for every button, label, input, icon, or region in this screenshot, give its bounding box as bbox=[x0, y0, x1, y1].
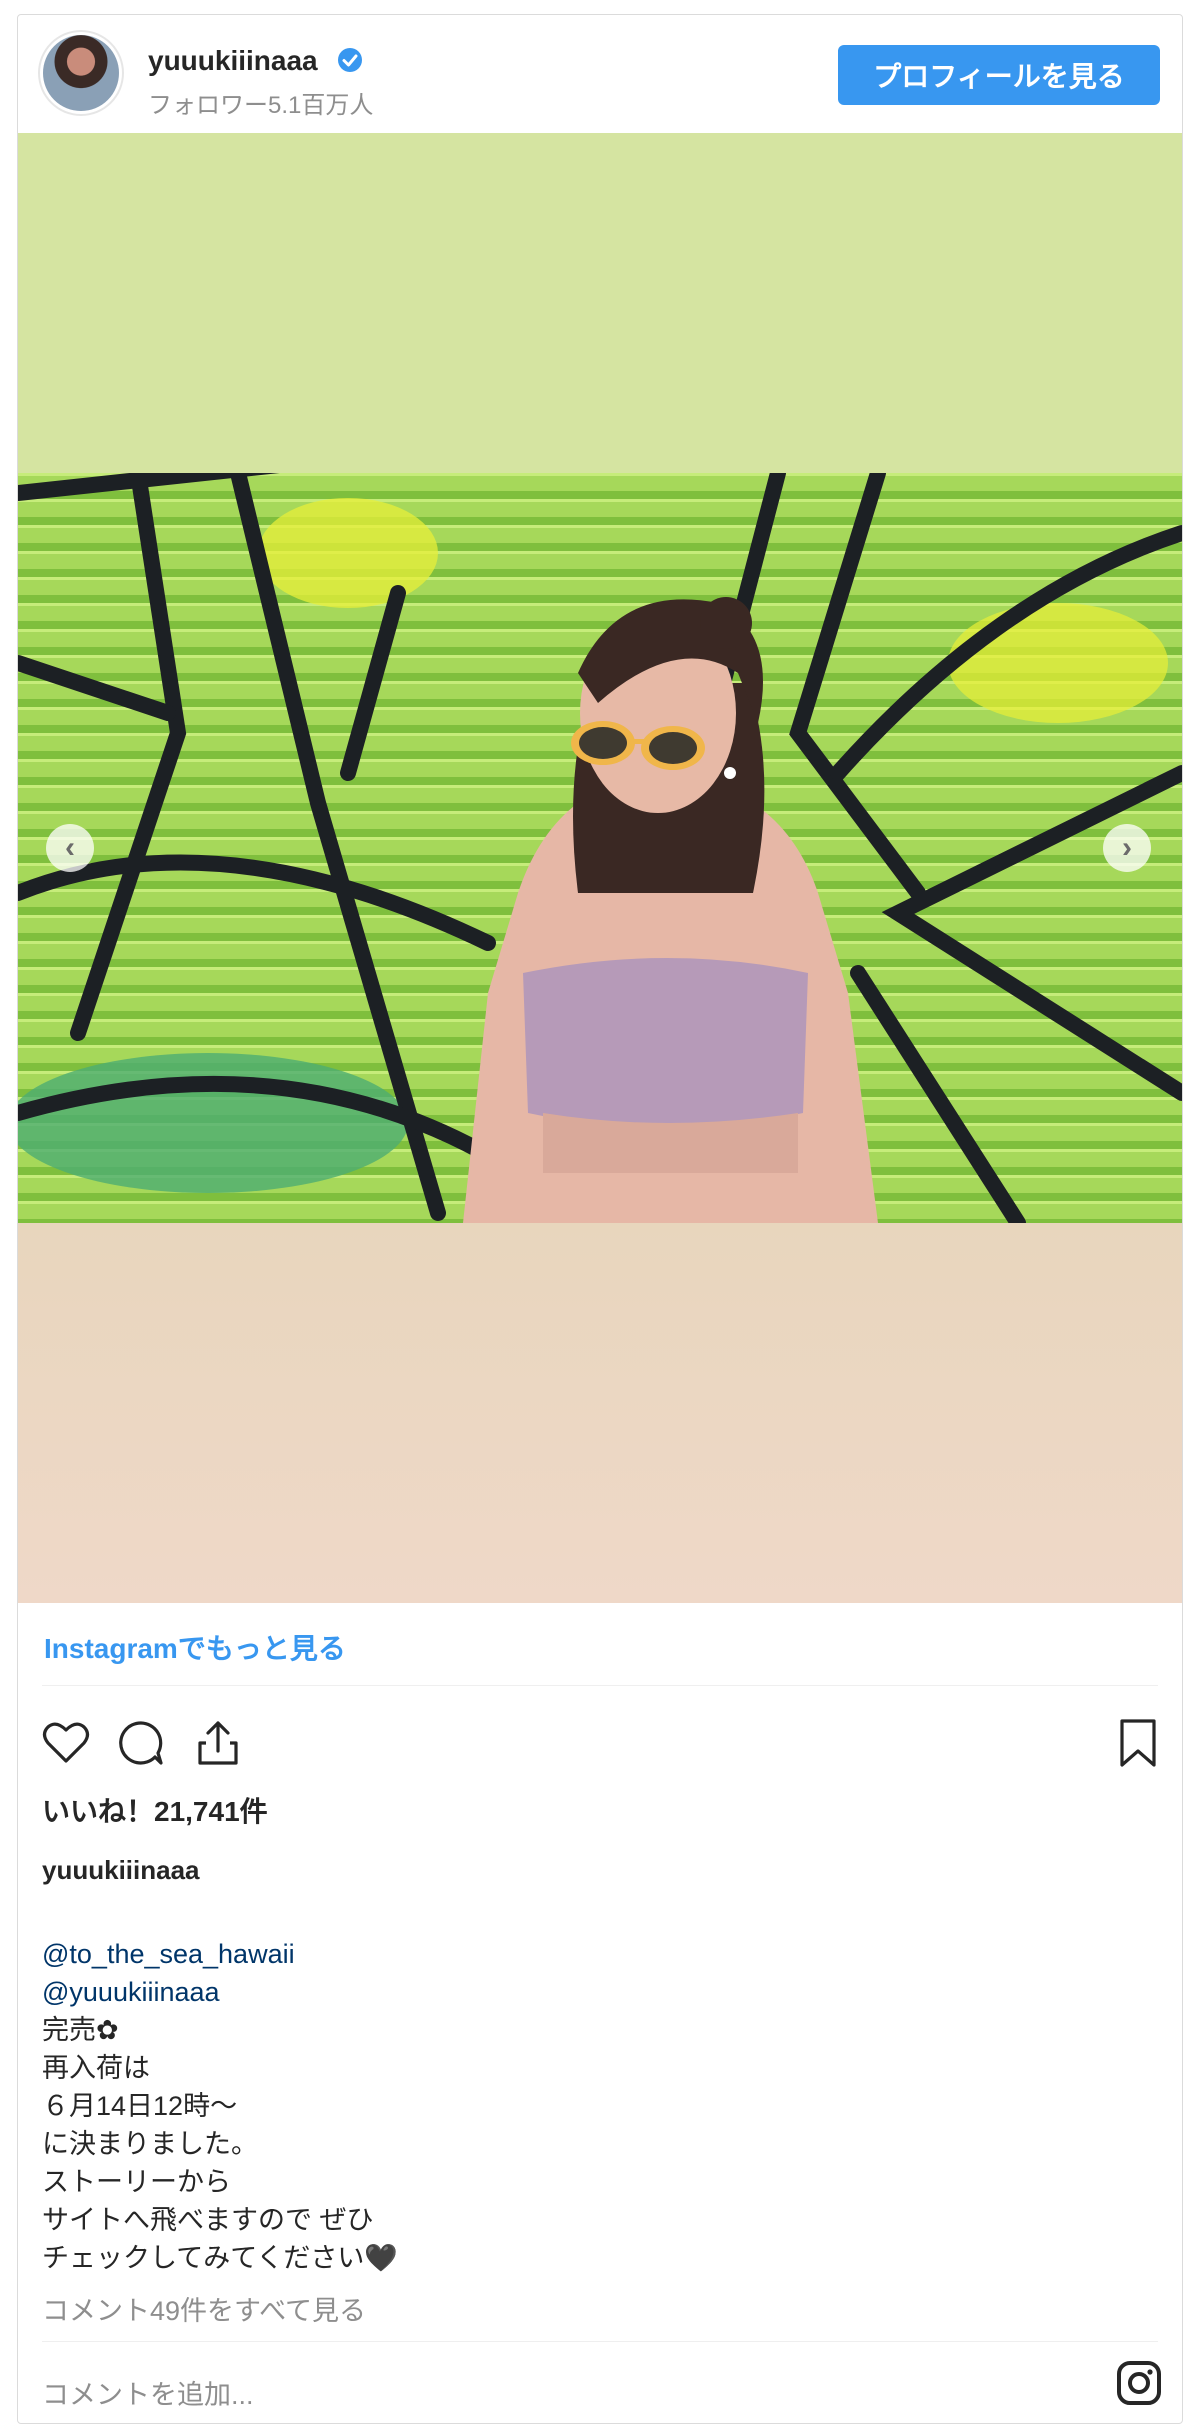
heart-icon[interactable] bbox=[38, 1715, 94, 1771]
post-media[interactable]: ‹ › bbox=[18, 133, 1182, 1603]
caption-text: @to_the_sea_hawaii @yuuukiiinaaa 完売✿ 再入荷… bbox=[42, 1935, 398, 2277]
next-photo-button[interactable]: › bbox=[1103, 824, 1151, 872]
bookmark-icon[interactable] bbox=[1110, 1715, 1166, 1771]
add-comment-input[interactable]: コメントを追加... bbox=[42, 2373, 254, 2412]
caption-line: サイトへ飛べますので ぜひ bbox=[42, 2205, 374, 2235]
username[interactable]: yuuukiiinaaa bbox=[148, 45, 318, 77]
view-more-on-instagram-link[interactable]: Instagramでもっと見る bbox=[44, 1627, 346, 1667]
chevron-right-icon: › bbox=[1122, 831, 1132, 864]
caption-line: 完売✿ bbox=[42, 2015, 119, 2045]
mention-link[interactable]: @to_the_sea_hawaii bbox=[42, 1935, 398, 1973]
previous-photo-button[interactable]: ‹ bbox=[46, 824, 94, 872]
comment-icon[interactable] bbox=[113, 1715, 169, 1771]
media-background-bottom bbox=[18, 1223, 1182, 1603]
avatar[interactable] bbox=[43, 35, 119, 111]
verified-badge-icon bbox=[338, 48, 362, 72]
like-count[interactable]: いいね！21,741件 bbox=[42, 1790, 268, 1830]
post-header: yuuukiiinaaa フォロワー5.1百万人 プロフィールを見る bbox=[18, 15, 1182, 133]
divider bbox=[42, 1685, 1158, 1686]
caption-line: に決まりました。 bbox=[42, 2129, 258, 2159]
caption-line: チェックしてみてください🖤 bbox=[42, 2243, 398, 2273]
media-background-top bbox=[18, 133, 1182, 473]
post-photo[interactable]: ‹ › bbox=[18, 473, 1182, 1223]
view-profile-button[interactable]: プロフィールを見る bbox=[838, 45, 1160, 105]
share-icon[interactable] bbox=[190, 1715, 246, 1771]
caption-username[interactable]: yuuukiiinaaa bbox=[42, 1855, 200, 1886]
photo-illustration bbox=[18, 473, 1182, 1223]
caption-line: ６月14日12時〜 bbox=[42, 2091, 238, 2121]
divider bbox=[42, 2341, 1158, 2342]
follower-count: フォロワー5.1百万人 bbox=[148, 92, 374, 119]
caption-line: ストーリーから bbox=[42, 2167, 231, 2197]
mention-link[interactable]: @yuuukiiinaaa bbox=[42, 1973, 398, 2011]
chevron-left-icon: ‹ bbox=[65, 831, 75, 864]
instagram-embed-card: yuuukiiinaaa フォロワー5.1百万人 プロフィールを見る ‹ › I… bbox=[17, 14, 1183, 2424]
instagram-logo-icon[interactable] bbox=[1114, 2358, 1164, 2408]
view-all-comments-link[interactable]: コメント49件をすべて見る bbox=[42, 2289, 366, 2328]
caption-line: 再入荷は bbox=[42, 2053, 150, 2083]
